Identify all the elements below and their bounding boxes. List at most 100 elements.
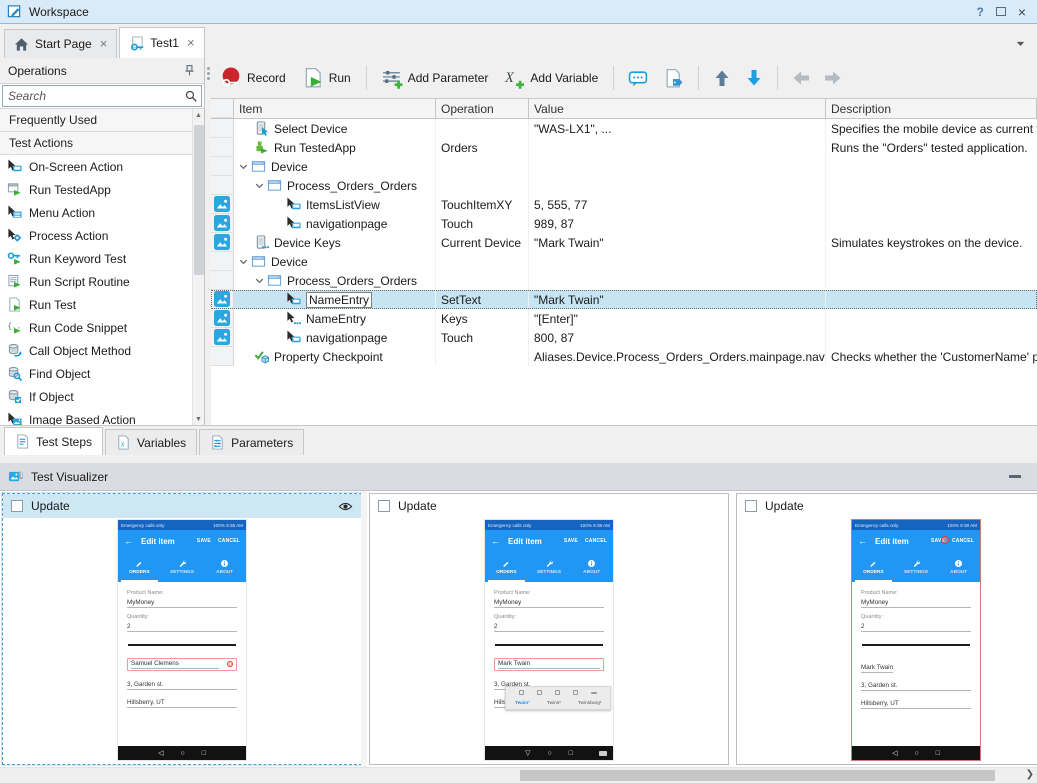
phone-tab-about: ABOUT bbox=[937, 552, 980, 582]
test-step-row[interactable]: Property Checkpoint Aliases.Device.Proce… bbox=[211, 347, 1037, 366]
scroll-down-icon[interactable]: ▼ bbox=[193, 413, 204, 425]
operation-item[interactable]: Menu Action bbox=[0, 201, 204, 224]
operation-item[interactable]: Image Based Action bbox=[0, 408, 204, 425]
operation-item[interactable]: {..} Run Code Snippet bbox=[0, 316, 204, 339]
image-based-action-icon bbox=[7, 412, 22, 425]
operation-item[interactable]: If Object bbox=[0, 385, 204, 408]
phone-screenshot: Emergency calls only100% 9:38 AM ← Edit … bbox=[852, 520, 980, 760]
search-icon[interactable] bbox=[184, 89, 198, 103]
scrollbar-thumb[interactable] bbox=[194, 125, 204, 275]
hscrollbar-thumb[interactable] bbox=[520, 770, 995, 781]
test-step-row[interactable]: Device bbox=[211, 252, 1037, 271]
operation-item[interactable]: Run TestedApp bbox=[0, 178, 204, 201]
visualizer-thumbnail-cell bbox=[211, 214, 234, 233]
operation-item[interactable]: Run Keyword Test bbox=[0, 247, 204, 270]
move-up-button[interactable] bbox=[709, 66, 735, 90]
sidebar-scrollbar[interactable]: ▲ ▼ bbox=[192, 109, 204, 425]
add-description-button[interactable] bbox=[659, 65, 688, 92]
chevron-down-icon[interactable] bbox=[238, 161, 249, 172]
test-step-row[interactable]: ItemsListView TouchItemXY 5, 555, 77 bbox=[211, 195, 1037, 214]
eye-icon[interactable] bbox=[338, 499, 353, 514]
close-button[interactable]: × bbox=[1018, 7, 1026, 17]
onscreen-action-icon bbox=[286, 292, 301, 307]
test-step-row[interactable]: navigationpage Touch 800, 87 bbox=[211, 328, 1037, 347]
chevron-down-icon[interactable] bbox=[254, 180, 265, 191]
phone-nav-bar: ◁○□ bbox=[118, 746, 246, 760]
operation-item[interactable]: Run Script Routine bbox=[0, 270, 204, 293]
record-button[interactable]: Record bbox=[215, 64, 291, 92]
maximize-button[interactable] bbox=[996, 7, 1006, 16]
help-button[interactable]: ? bbox=[976, 5, 983, 19]
visualizer-frame[interactable]: Update Emergency calls only100% 9:38 AM … bbox=[369, 493, 729, 765]
operations-group-header[interactable]: Frequently Used bbox=[0, 109, 204, 132]
move-down-button[interactable] bbox=[741, 66, 767, 90]
pencil-icon bbox=[869, 559, 878, 568]
arrow-up-icon bbox=[713, 69, 731, 87]
test-step-row[interactable]: Process_Orders_Orders bbox=[211, 176, 1037, 195]
add-parameter-button[interactable]: Add Parameter bbox=[377, 65, 494, 92]
update-checkbox[interactable] bbox=[378, 500, 390, 512]
visualizer-thumbnail-cell bbox=[211, 233, 234, 252]
operation-item[interactable]: Process Action bbox=[0, 224, 204, 247]
chevron-down-icon[interactable] bbox=[254, 275, 265, 286]
tag-icon bbox=[663, 68, 684, 89]
test-step-row[interactable]: NameEntry Keys "[Enter]" bbox=[211, 309, 1037, 328]
indent-button[interactable] bbox=[820, 66, 846, 90]
test-step-row[interactable]: Select Device "WAS-LX1", ... Specifies t… bbox=[211, 119, 1037, 138]
info-icon bbox=[954, 559, 963, 568]
column-header-item[interactable]: Item bbox=[234, 99, 436, 118]
operations-panel-title: Operations bbox=[8, 64, 67, 78]
panel-tab-variables[interactable]: x Variables bbox=[105, 429, 197, 455]
add-variable-button[interactable]: XAdd Variable bbox=[499, 65, 603, 92]
operation-item[interactable]: Call Object Method bbox=[0, 339, 204, 362]
test-step-row[interactable]: NameEntry SetText "Mark Twain" bbox=[211, 290, 1037, 309]
operations-group-header[interactable]: Test Actions bbox=[0, 132, 204, 155]
operation-item[interactable]: On-Screen Action bbox=[0, 155, 204, 178]
operation-item[interactable]: Find Object bbox=[0, 362, 204, 385]
variables-icon: x bbox=[116, 435, 131, 450]
window-icon bbox=[251, 159, 266, 174]
pin-icon[interactable] bbox=[183, 64, 196, 77]
search-input[interactable] bbox=[2, 85, 202, 107]
column-header-value[interactable]: Value bbox=[529, 99, 826, 118]
visualizer-frame[interactable]: Update Emergency calls only100% 9:38 AM … bbox=[2, 493, 362, 765]
visualizer-thumbnail-cell bbox=[211, 195, 234, 214]
horizontal-scrollbar[interactable]: ❯ bbox=[0, 767, 1037, 783]
info-icon bbox=[220, 559, 229, 568]
run-test-icon bbox=[7, 297, 22, 312]
scroll-right-icon[interactable]: ❯ bbox=[1026, 769, 1034, 780]
chevron-down-icon[interactable] bbox=[238, 256, 249, 267]
arrow-right-icon bbox=[824, 69, 842, 87]
wrench-icon bbox=[178, 559, 187, 568]
if-object-icon bbox=[7, 389, 22, 404]
test-step-row[interactable]: Run TestedApp Orders Runs the "Orders" t… bbox=[211, 138, 1037, 157]
test-step-row[interactable]: navigationpage Touch 989, 87 bbox=[211, 214, 1037, 233]
back-arrow-icon: ← bbox=[491, 536, 500, 546]
minimize-visualizer-button[interactable] bbox=[1009, 475, 1021, 478]
tab-test1[interactable]: Test1 × bbox=[119, 27, 204, 58]
add-comment-button[interactable] bbox=[624, 65, 653, 92]
phone-tab-bar: ORDERSSETTINGSABOUT bbox=[485, 552, 613, 582]
test-step-row[interactable]: Device Keys Current Device "Mark Twain" … bbox=[211, 233, 1037, 252]
onscreen-action-icon bbox=[286, 330, 301, 345]
tab-close-icon[interactable]: × bbox=[100, 39, 108, 49]
tab-close-icon[interactable]: × bbox=[187, 38, 195, 48]
tab-list-caret-icon[interactable] bbox=[1014, 37, 1027, 50]
test-step-row[interactable]: Device bbox=[211, 157, 1037, 176]
outdent-button[interactable] bbox=[788, 66, 814, 90]
column-header-description[interactable]: Description bbox=[826, 99, 1037, 118]
update-checkbox[interactable] bbox=[11, 500, 23, 512]
panel-tab-test-steps[interactable]: Test Steps bbox=[4, 427, 103, 455]
column-header-operation[interactable]: Operation bbox=[436, 99, 529, 118]
customer-name-field: Mark Twain bbox=[861, 658, 971, 672]
update-checkbox[interactable] bbox=[745, 500, 757, 512]
customer-name-field: Samuel Clemens bbox=[127, 658, 237, 671]
form-divider bbox=[862, 644, 970, 646]
scroll-up-icon[interactable]: ▲ bbox=[193, 109, 204, 121]
panel-tab-parameters[interactable]: Parameters bbox=[199, 429, 304, 455]
tab-start-page[interactable]: Start Page × bbox=[4, 29, 117, 58]
visualizer-frame[interactable]: Update Emergency calls only100% 9:38 AM … bbox=[736, 493, 1037, 765]
operation-item[interactable]: Run Test bbox=[0, 293, 204, 316]
test-step-row[interactable]: Process_Orders_Orders bbox=[211, 271, 1037, 290]
run-button[interactable]: Run bbox=[297, 64, 356, 92]
